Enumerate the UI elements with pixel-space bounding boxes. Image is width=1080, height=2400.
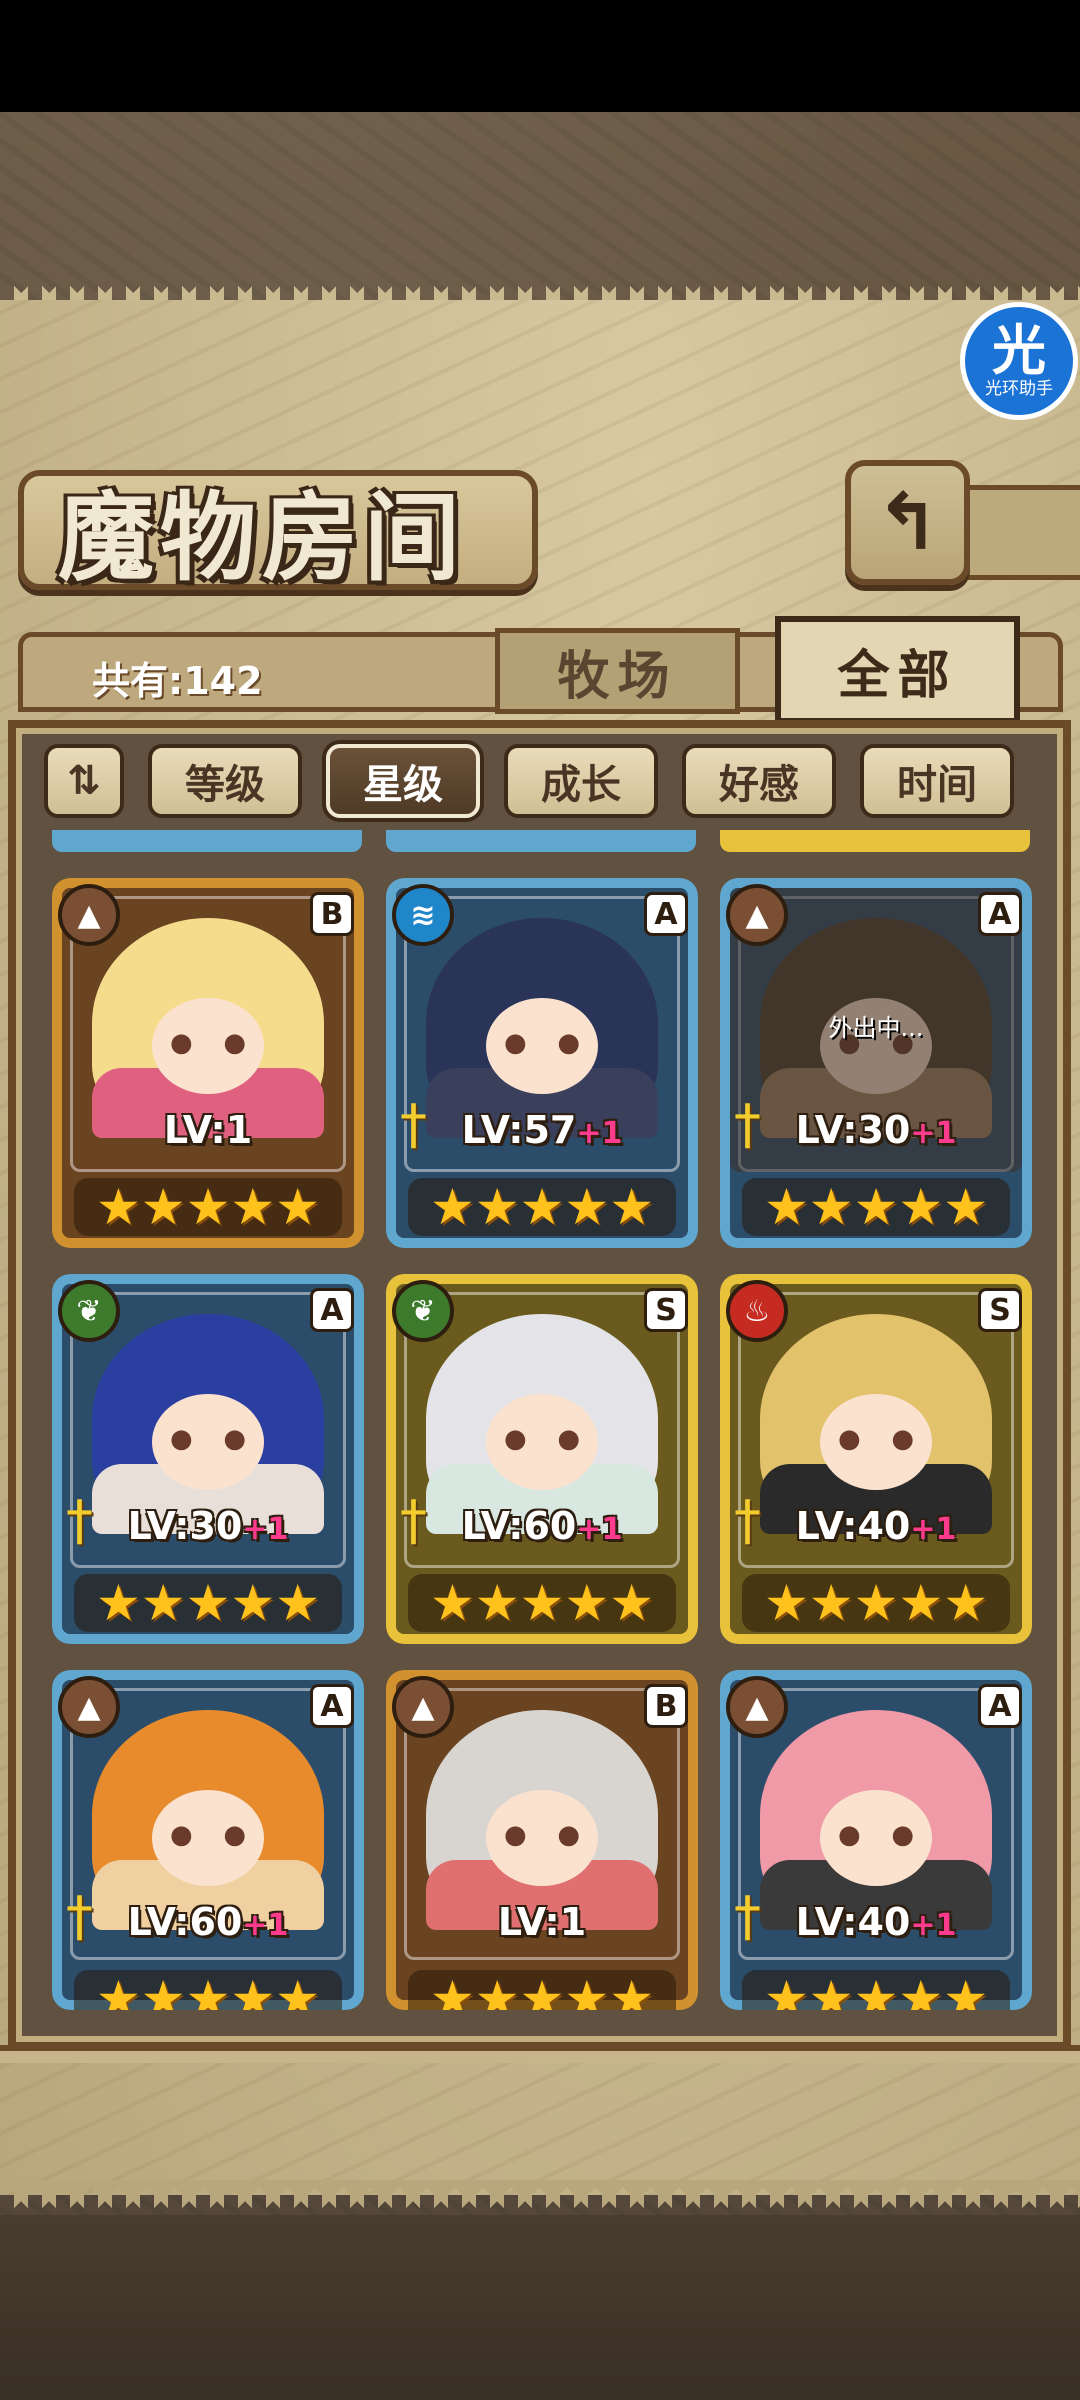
monster-level: LV:1 — [52, 1108, 364, 1152]
sort-button-time[interactable]: 时间 — [860, 744, 1014, 818]
level-value: LV:57 — [461, 1108, 577, 1152]
level-bonus: +1 — [910, 1908, 957, 1943]
monster-card[interactable]: ● ● ❦ A † LV:30+1 ★★★★★ — [52, 1274, 364, 1644]
monster-level: LV:30+1 — [720, 1108, 1032, 1152]
rank-badge: S — [978, 1288, 1022, 1332]
level-value: LV:40 — [795, 1504, 911, 1548]
star-rating: ★★★★★ — [74, 1178, 342, 1236]
monster-card[interactable]: ● ● ♨ S † LV:40+1 ★★★★★ — [720, 1274, 1032, 1644]
earth-element-icon: ▲ — [726, 1676, 788, 1738]
star-rating: ★★★★★ — [74, 1574, 342, 1632]
sort-direction-icon: ⇅ — [67, 758, 101, 804]
monster-eyes: ●● — [170, 1820, 246, 1850]
monster-eyes: ●● — [838, 1820, 914, 1850]
monster-eyes: ●● — [504, 1424, 580, 1454]
earth-element-icon: ▲ — [726, 884, 788, 946]
earth-element-icon: ▲ — [392, 1676, 454, 1738]
back-button[interactable]: ↰ — [845, 460, 970, 585]
monster-level: LV:1 — [386, 1900, 698, 1944]
monster-card[interactable]: ● ● ≋ A † LV:57+1 ★★★★★ — [386, 878, 698, 1248]
status-bar — [0, 0, 1080, 112]
monster-eyes: ●● — [504, 1820, 580, 1850]
bottom-background — [0, 2215, 1080, 2400]
sort-button-star[interactable]: 星级 — [326, 744, 480, 818]
leaf-element-icon: ❦ — [392, 1280, 454, 1342]
rank-badge: A — [978, 1684, 1022, 1728]
star-rating: ★★★★★ — [408, 1178, 676, 1236]
level-value: LV:40 — [795, 1900, 911, 1944]
level-value: LV:60 — [127, 1900, 243, 1944]
away-status: 外出中... — [828, 1014, 924, 1042]
level-value: LV:30 — [127, 1504, 243, 1548]
rank-badge: B — [644, 1684, 688, 1728]
star-rating: ★★★★★ — [74, 1970, 342, 2010]
level-bonus: +1 — [910, 1512, 957, 1547]
sort-button-growth[interactable]: 成长 — [504, 744, 658, 818]
level-bonus: +1 — [910, 1116, 957, 1151]
monster-eyes: ●● — [170, 1424, 246, 1454]
level-bonus: +1 — [242, 1512, 289, 1547]
sort-button-affection[interactable]: 好感 — [682, 744, 836, 818]
assistant-badge-glyph: 光 — [992, 319, 1046, 382]
earth-element-icon: ▲ — [58, 1676, 120, 1738]
earth-element-icon: ▲ — [58, 884, 120, 946]
rank-badge: A — [644, 892, 688, 936]
level-bonus: +1 — [576, 1116, 623, 1151]
star-rating: ★★★★★ — [742, 1178, 1010, 1236]
level-value: LV:60 — [461, 1504, 577, 1548]
monster-level: LV:60+1 — [52, 1900, 364, 1944]
assistant-badge-label: 光环助手 — [985, 379, 1053, 399]
page-title: 魔物房间 — [58, 482, 466, 594]
monster-eyes: ●● — [504, 1028, 580, 1058]
rank-badge: A — [978, 892, 1022, 936]
monster-level: LV:30+1 — [52, 1504, 364, 1548]
monster-card[interactable]: ●● 外出中... ▲ A † LV:30+1 ★★★★★ — [720, 878, 1032, 1248]
monster-level: LV:40+1 — [720, 1504, 1032, 1548]
level-value: LV:1 — [497, 1900, 587, 1944]
monster-eyes: ●● — [838, 1424, 914, 1454]
rank-badge: A — [310, 1288, 354, 1332]
return-arrow-icon: ↰ — [874, 477, 941, 568]
star-rating: ★★★★★ — [742, 1574, 1010, 1632]
monster-card[interactable]: ● ● ❦ S † LV:60+1 ★★★★★ — [386, 1274, 698, 1644]
star-rating: ★★★★★ — [408, 1574, 676, 1632]
sort-bar: ⇅ 等级 星级 成长 好感 时间 — [44, 740, 1044, 822]
level-bonus: +1 — [242, 1908, 289, 1943]
monster-level: LV:60+1 — [386, 1504, 698, 1548]
sort-button-level[interactable]: 等级 — [148, 744, 302, 818]
back-button-rail — [965, 485, 1080, 580]
level-value: LV:1 — [163, 1108, 253, 1152]
rank-badge: A — [310, 1684, 354, 1728]
monster-card[interactable]: ● ● ▲ B LV:1 ★★★★★ — [52, 878, 364, 1248]
panel-ground-line — [0, 2045, 1080, 2063]
level-value: LV:30 — [795, 1108, 911, 1152]
monster-eyes: ●● — [170, 1028, 246, 1058]
total-monster-count: 共有:142 — [92, 659, 263, 703]
tab-all[interactable]: 全部 — [775, 616, 1020, 724]
tab-pasture[interactable]: 牧场 — [495, 628, 740, 714]
panel-edge-bottom — [0, 2180, 1080, 2208]
assistant-app-badge[interactable]: 光 光环助手 — [960, 302, 1078, 420]
sort-order-toggle[interactable]: ⇅ — [44, 744, 124, 818]
star-rating: ★★★★★ — [408, 1970, 676, 2010]
leaf-element-icon: ❦ — [58, 1280, 120, 1342]
monster-card[interactable]: ● ● ▲ A † LV:60+1 ★★★★★ — [52, 1670, 364, 2010]
monster-level: LV:57+1 — [386, 1108, 698, 1152]
rank-badge: S — [644, 1288, 688, 1332]
monster-card[interactable]: ● ● ▲ A † LV:40+1 ★★★★★ — [720, 1670, 1032, 2010]
level-bonus: +1 — [576, 1512, 623, 1547]
star-rating: ★★★★★ — [742, 1970, 1010, 2010]
water-element-icon: ≋ — [392, 884, 454, 946]
fire-element-icon: ♨ — [726, 1280, 788, 1342]
monster-level: LV:40+1 — [720, 1900, 1032, 1944]
rank-badge: B — [310, 892, 354, 936]
monster-card[interactable]: ● ● ▲ B LV:1 ★★★★★ — [386, 1670, 698, 2010]
